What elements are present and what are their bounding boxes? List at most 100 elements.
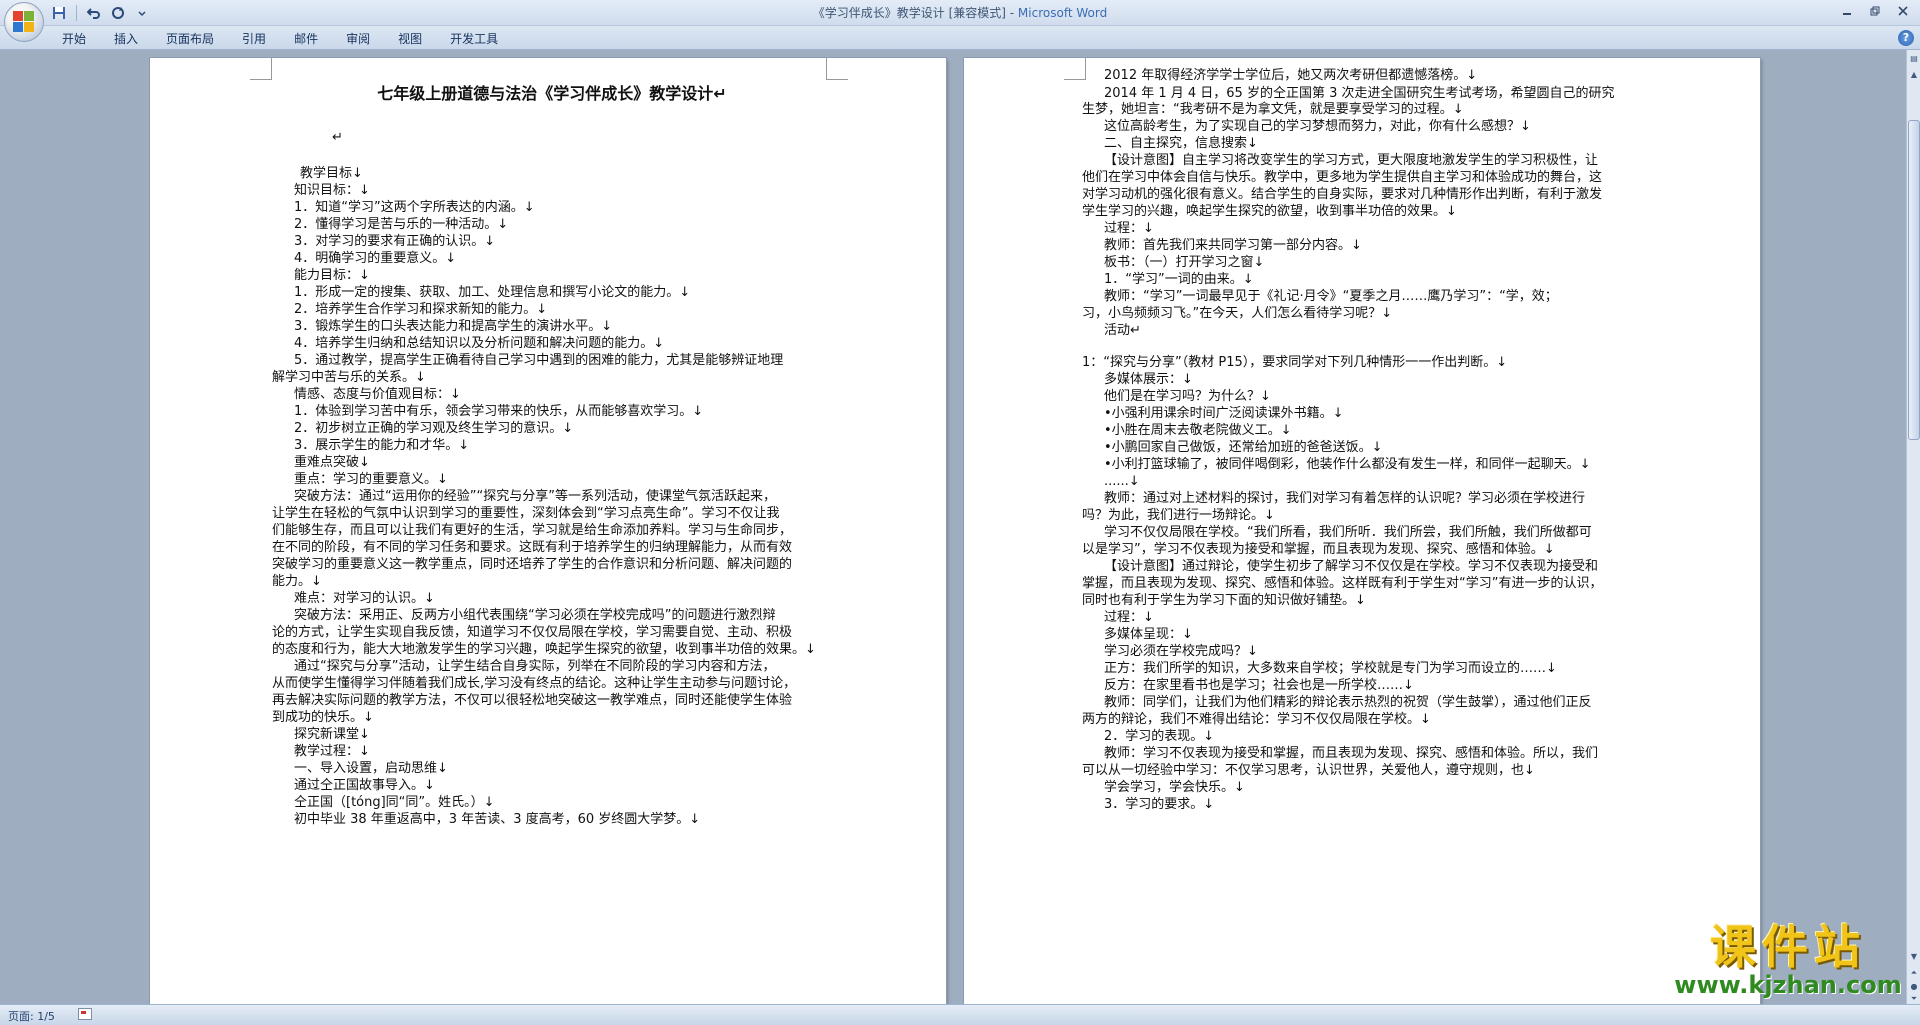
page-2-line: 学会学习，学会快乐。↓ bbox=[1104, 780, 1245, 795]
help-button[interactable]: ? bbox=[1898, 30, 1914, 46]
page-count[interactable]: 页面: 1/5 bbox=[8, 1008, 55, 1024]
margin-corner-mark bbox=[1064, 58, 1086, 80]
vertical-scrollbar[interactable]: ▤ ▲ ▼ ⏶ ● ⏷ bbox=[1906, 50, 1920, 1004]
tab-1[interactable]: 插入 bbox=[100, 30, 152, 48]
page-2-line: 学习必须在学校完成吗？↓ bbox=[1104, 644, 1258, 659]
page-1-line: 通过“探究与分享”活动，让学生结合自身实际，列举在不同阶段的学习内容和方法， bbox=[294, 659, 776, 674]
page-2-line: 二、自主探究，信息搜索↓ bbox=[1104, 136, 1258, 151]
page-2-line: 多媒体呈现：↓ bbox=[1104, 627, 1193, 642]
page-2-line: 反方：在家里看书也是学习；社会也是一所学校……↓ bbox=[1104, 678, 1414, 693]
page-2-line: •小胜在周末去敬老院做义工。↓ bbox=[1104, 423, 1292, 438]
page-1-line: 一、导入设置，启动思维↓ bbox=[294, 761, 448, 776]
tab-list: 开始 插入 页面布局 引用 邮件 审阅 视图 开发工具 bbox=[48, 30, 512, 48]
page-2-line: 1．“学习”一词的由来。↓ bbox=[1104, 272, 1254, 287]
page-1-line: 的态度和行为，能大大地激发学生的学习兴趣，唤起学生探究的欲望，收到事半功倍的效果… bbox=[272, 642, 816, 657]
page-2-line: 教师：学习不仅表现为接受和掌握，而且表现为发现、探究、感悟和体验。所以，我们 bbox=[1104, 746, 1599, 761]
watermark-logo: 课件站 www.kjzhan.com bbox=[1668, 922, 1908, 1002]
page-1-line: 让学生在轻松的气氛中认识到学习的重要性，深刻体会到“学习点亮生命”。学习不仅让我 bbox=[272, 506, 780, 521]
page-1-line: 重难点突破↓ bbox=[294, 455, 370, 470]
ruler-icon: ▤ bbox=[1910, 54, 1918, 63]
office-button[interactable] bbox=[4, 2, 44, 42]
page-1-line: 2．初步树立正确的学习观及终生学习的意识。↓ bbox=[294, 421, 574, 436]
scroll-down-button[interactable]: ▼ bbox=[1908, 950, 1920, 964]
page-1-line: 解学习中苦与乐的关系。↓ bbox=[272, 370, 426, 385]
ruler-toggle-button[interactable]: ▤ bbox=[1908, 52, 1920, 66]
page-2-line: 【设计意图】自主学习将改变学生的学习方式，更大限度地激发学生的学习积极性，让 bbox=[1104, 153, 1599, 168]
page-1-line: 再去解决实际问题的教学方法，不仅可以很轻松地突破这一教学难点，同时还能使学生体验 bbox=[272, 693, 793, 708]
tab-2[interactable]: 页面布局 bbox=[152, 30, 228, 48]
proofing-status-icon[interactable] bbox=[78, 1008, 92, 1020]
watermark-url: www.kjzhan.com bbox=[1674, 971, 1902, 999]
page-1-line: 1．知道“学习”这两个字所表达的内涵。↓ bbox=[294, 200, 535, 215]
page-1-line: 突破方法：采用正、反两方小组代表围绕“学习必须在学校完成吗”的问题进行激烈辩 bbox=[294, 608, 776, 623]
document-area[interactable]: 七年级上册道德与法治《学习伴成长》教学设计↵ ↵ 教学目标↓ 知识目标：↓ 1．知道“… bbox=[0, 50, 1906, 1004]
page-2-line: 学生学习的兴趣，唤起学生探究的欲望，收到事半功倍的效果。↓ bbox=[1082, 204, 1457, 219]
page-1-line: 初中毕业 38 年重返高中，3 年苦读、3 度高考，60 岁终圆大学梦。↓ bbox=[294, 812, 701, 827]
tab-7[interactable]: 开发工具 bbox=[436, 30, 512, 48]
window-title: 《学习伴成长》教学设计 [兼容模式] - Microsoft Word bbox=[0, 4, 1920, 21]
office-button-icon bbox=[13, 11, 35, 33]
close-icon bbox=[1898, 6, 1908, 16]
page-2-line: 他们是在学习吗？为什么？↓ bbox=[1104, 389, 1271, 404]
tab-3[interactable]: 引用 bbox=[228, 30, 280, 48]
page-1-line: 1．体验到学习苦中有乐，领会学习带来的快乐，从而能够喜欢学习。↓ bbox=[294, 404, 704, 419]
page-1-line: 突破方法：通过“运用你的经验”“探究与分享”等一系列活动，使课堂气氛活跃起来， bbox=[294, 489, 776, 504]
page-1[interactable]: 七年级上册道德与法治《学习伴成长》教学设计↵ ↵ 教学目标↓ 知识目标：↓ 1．知道“… bbox=[150, 58, 946, 1004]
page-2-line: 板书：（一）打开学习之窗↓ bbox=[1104, 255, 1265, 270]
restore-button[interactable] bbox=[1862, 2, 1888, 20]
scroll-up-button[interactable]: ▲ bbox=[1908, 68, 1920, 82]
page-1-line: 仝正国（[tóng]同“同”。姓氏。）↓ bbox=[294, 795, 495, 810]
page-2-line: 两方的辩论，我们不难得出结论：学习不仅仅局限在学校。↓ bbox=[1082, 712, 1431, 727]
page-1-line: 论的方式，让学生实现自我反馈，知道学习不仅仅局限在学校，学习需要自觉、主动、积极 bbox=[272, 625, 793, 640]
page-1-line: 2．懂得学习是苦与乐的一种活动。↓ bbox=[294, 217, 509, 232]
page-1-line: 5．通过教学，提高学生正确看待自己学习中遇到的困难的能力，尤其是能够辨证地理 bbox=[294, 353, 784, 368]
double-down-icon: ⏷ bbox=[1910, 994, 1918, 1003]
tab-4[interactable]: 邮件 bbox=[280, 30, 332, 48]
page-2-line: 教师：“学习”一词最早见于《礼记·月令》“夏季之月……鹰乃学习”：“学，效； bbox=[1104, 289, 1558, 304]
page-2-line: 以是学习”，学习不仅表现为接受和掌握，而且表现为发现、探究、感悟和体验。↓ bbox=[1082, 542, 1555, 557]
page-2-line: •小鹏回家自己做饭，还常给加班的爸爸送饭。↓ bbox=[1104, 440, 1383, 455]
page-1-line: 在不同的阶段，有不同的学习任务和要求。这既有利于培养学生的归纳理解能力，从而有效 bbox=[272, 540, 793, 555]
page-2-line: 3．学习的要求。↓ bbox=[1104, 797, 1215, 812]
page-1-line: 能力目标：↓ bbox=[294, 268, 370, 283]
page-2-line: 2014 年 1 月 4 日，65 岁的仝正国第 3 次走进全国研究生考试考场，… bbox=[1104, 86, 1615, 101]
page-1-line: ↵ bbox=[332, 130, 343, 145]
page-1-line: 1．形成一定的搜集、获取、加工、处理信息和撰写小论文的能力。↓ bbox=[294, 285, 691, 300]
document-heading: 七年级上册道德与法治《学习伴成长》教学设计↵ bbox=[377, 84, 727, 103]
minimize-button[interactable] bbox=[1834, 2, 1860, 20]
page-2-line: 活动↵ bbox=[1104, 323, 1141, 338]
page-1-line: 从而使学生懂得学习伴随着我们成长,学习没有终点的结论。这种让学生主动参与问题讨论… bbox=[272, 676, 797, 691]
tab-6[interactable]: 视图 bbox=[384, 30, 436, 48]
page-2-line: 2012 年取得经济学学士学位后，她又两次考研但都遗憾落榜。↓ bbox=[1104, 68, 1478, 83]
margin-corner-mark bbox=[826, 58, 848, 80]
close-button[interactable] bbox=[1890, 2, 1916, 20]
page-1-line: 4．培养学生归纳和总结知识以及分析问题和解决问题的能力。↓ bbox=[294, 336, 665, 351]
page-2-line: •小强利用课余时间广泛阅读课外书籍。↓ bbox=[1104, 406, 1344, 421]
scrollbar-thumb[interactable] bbox=[1908, 120, 1920, 440]
page-2-line: 1：“探究与分享”（教材 P15），要求同学对下列几种情形一一作出判断。↓ bbox=[1082, 355, 1508, 370]
page-1-line: 能力。↓ bbox=[272, 574, 322, 589]
page-1-line: 们能够生存，而且可以让我们有更好的生活，学习就是给生命添加养料。学习与生命同步， bbox=[272, 523, 793, 538]
page-2-line: 这位高龄考生，为了实现自己的学习梦想而努力，对此，你有什么感想？↓ bbox=[1104, 119, 1531, 134]
page-1-line: 3．锻炼学生的口头表达能力和提高学生的演讲水平。↓ bbox=[294, 319, 613, 334]
arrow-up-icon: ▲ bbox=[1910, 70, 1918, 79]
page-2-line: 正方：我们所学的知识，大多数来自学校；学校就是专门为学习而设立的……↓ bbox=[1104, 661, 1557, 676]
page-1-line: 突破学习的重要意义这一教学重点，同时还培养了学生的合作意识和分析问题、解决问题的 bbox=[272, 557, 793, 572]
page-1-line: 4．明确学习的重要意义。↓ bbox=[294, 251, 457, 266]
page-1-line: 教学过程：↓ bbox=[294, 744, 370, 759]
document-title: 《学习伴成长》教学设计 [兼容模式] - bbox=[812, 6, 1018, 20]
page-2-line: 吗？为此，我们进行一场辩论。↓ bbox=[1082, 508, 1275, 523]
tab-0[interactable]: 开始 bbox=[48, 30, 100, 48]
ribbon-tabs: 开始 插入 页面布局 引用 邮件 审阅 视图 开发工具 ? bbox=[0, 26, 1920, 50]
tab-5[interactable]: 审阅 bbox=[332, 30, 384, 48]
page-2-line: 【设计意图】通过辩论，使学生初步了解学习不仅仅是在学校。学习不仅表现为接受和 bbox=[1104, 559, 1599, 574]
page-1-line: 2．培养学生合作学习和探求新知的能力。↓ bbox=[294, 302, 548, 317]
watermark-title: 课件站 bbox=[1710, 920, 1866, 974]
help-icon: ? bbox=[1902, 31, 1910, 44]
previous-page-button[interactable]: ⏶ bbox=[1908, 966, 1920, 980]
page-2-line: 对学习动机的强化很有意义。结合学生的自身实际，要求对几种情形作出判断，有利于激发 bbox=[1082, 187, 1603, 202]
page-1-line: 教学目标↓ bbox=[300, 166, 363, 181]
page-2-line: ......↓ bbox=[1104, 474, 1140, 489]
window-controls bbox=[1834, 2, 1916, 20]
page-2[interactable]: 2012 年取得经济学学士学位后，她又两次考研但都遗憾落榜。↓ 2014 年 1 … bbox=[964, 58, 1760, 1004]
